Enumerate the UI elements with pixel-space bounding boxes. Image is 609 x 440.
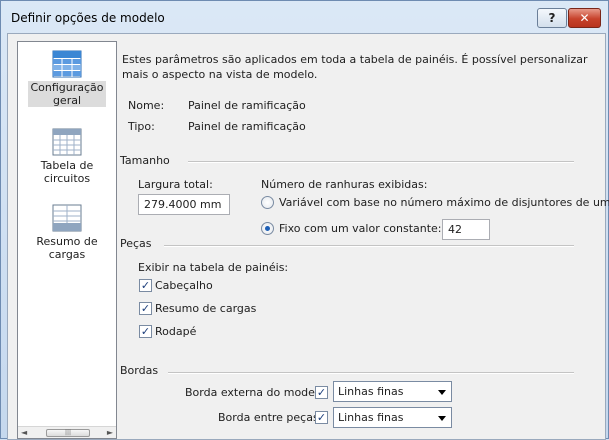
parts-divider <box>164 245 574 247</box>
size-section-header: Tamanho <box>120 154 170 167</box>
between-border-select-value: Linhas finas <box>338 411 404 424</box>
help-icon: ? <box>548 11 556 25</box>
footer-checkbox[interactable]: ✓ <box>139 325 152 338</box>
show-in-table-label: Exibir na tabela de painéis: <box>138 261 289 274</box>
nav-item-circuits[interactable]: Tabela de circuitos <box>18 128 116 185</box>
chevron-down-icon <box>438 416 446 421</box>
borders-section-header: Bordas <box>120 364 159 377</box>
title-bar[interactable]: Definir opções de modelo ? ✕ <box>1 1 608 33</box>
fixed-slots-input[interactable]: 42 <box>442 219 490 240</box>
header-checkbox[interactable]: ✓ <box>139 279 152 292</box>
radio-variable-label[interactable]: Variável com base no número máximo de di… <box>279 196 609 209</box>
width-input[interactable]: 279.4000 mm <box>138 194 230 215</box>
width-label: Largura total: <box>138 178 213 191</box>
help-button[interactable]: ? <box>537 8 567 28</box>
nav-horizontal-scrollbar[interactable]: ◄ ||| ► <box>18 426 116 438</box>
chevron-down-icon <box>438 390 446 395</box>
between-border-checkbox[interactable]: ✓ <box>315 411 328 424</box>
outer-border-select[interactable]: Linhas finas <box>333 381 452 402</box>
general-settings-icon <box>52 50 82 78</box>
nav-item-general-label: Configuração geral <box>28 81 106 107</box>
parts-section-header: Peças <box>120 237 152 250</box>
borders-divider <box>168 372 574 374</box>
between-border-label: Borda entre peças: <box>218 411 323 424</box>
radio-variable[interactable] <box>261 196 274 209</box>
dialog-content: Configuração geral Tabela de circuitos R… <box>7 33 609 440</box>
close-icon: ✕ <box>579 11 590 25</box>
load-summary-checkbox[interactable]: ✓ <box>139 302 152 315</box>
dialog-window: Definir opções de modelo ? ✕ Configuraçã… <box>0 0 609 440</box>
nav-item-load-summary[interactable]: Resumo de cargas <box>18 204 116 261</box>
between-border-select[interactable]: Linhas finas <box>333 407 452 428</box>
load-summary-icon <box>52 204 82 232</box>
type-label: Tipo: <box>128 120 155 133</box>
name-value: Painel de ramificação <box>188 99 306 112</box>
nav-item-load-summary-label: Resumo de cargas <box>36 235 98 261</box>
radio-fixed[interactable] <box>261 222 274 235</box>
size-divider <box>188 161 574 163</box>
type-value: Painel de ramificação <box>188 120 306 133</box>
scroll-left-icon[interactable]: ◄ <box>21 428 27 437</box>
load-summary-checkbox-label[interactable]: Resumo de cargas <box>155 302 256 315</box>
scroll-thumb[interactable]: ||| <box>46 429 90 437</box>
intro-text: Estes parâmetros são aplicados em toda a… <box>122 53 588 81</box>
nav-item-circuits-label: Tabela de circuitos <box>40 159 94 185</box>
slots-label: Número de ranhuras exibidas: <box>261 178 428 191</box>
options-nav-panel: Configuração geral Tabela de circuitos R… <box>17 41 117 439</box>
close-button[interactable]: ✕ <box>568 8 601 28</box>
nav-item-general[interactable]: Configuração geral <box>18 50 116 107</box>
footer-checkbox-label[interactable]: Rodapé <box>155 325 196 338</box>
outer-border-label: Borda externa do modelo: <box>185 386 329 399</box>
circuit-table-icon <box>52 128 82 156</box>
outer-border-checkbox[interactable]: ✓ <box>315 386 328 399</box>
dialog-title: Definir opções de modelo <box>11 11 165 25</box>
scroll-right-icon[interactable]: ► <box>107 428 113 437</box>
name-label: Nome: <box>128 99 165 112</box>
settings-main: Estes parâmetros são aplicados em toda a… <box>118 34 609 439</box>
header-checkbox-label[interactable]: Cabeçalho <box>155 279 213 292</box>
radio-fixed-label[interactable]: Fixo com um valor constante: <box>279 222 442 235</box>
outer-border-select-value: Linhas finas <box>338 385 404 398</box>
